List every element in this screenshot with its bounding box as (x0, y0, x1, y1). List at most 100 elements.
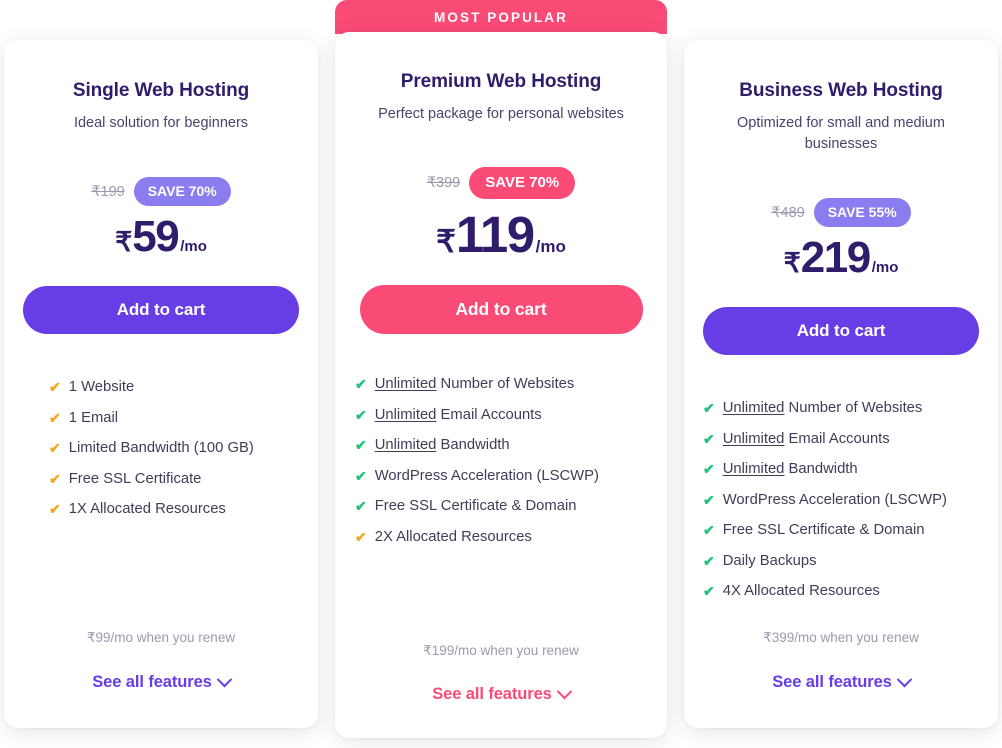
renewal-price-note: ₹199/mo when you renew (423, 643, 579, 658)
feature-label: Free SSL Certificate (68, 470, 202, 487)
check-icon: ✔ (355, 406, 367, 423)
currency-symbol: ₹ (783, 248, 801, 278)
feature-label: Unlimited Email Accounts (374, 406, 542, 423)
see-all-features-label: See all features (432, 685, 552, 703)
plan-title: Premium Web Hosting (400, 71, 602, 92)
feature-label: 1X Allocated Resources (68, 501, 226, 517)
most-popular-ribbon: MOST POPULAR (335, 0, 667, 34)
add-to-cart-button[interactable]: Add to cart (359, 285, 643, 334)
renewal-price-note: ₹399/mo when you renew (763, 630, 919, 645)
feature-item: ✔ WordPress Acceleration (LSCWP) (703, 492, 998, 508)
chevron-down-icon (556, 683, 573, 700)
check-icon: ✔ (355, 498, 367, 514)
feature-item: ✔ Unlimited Email Accounts (355, 407, 667, 423)
see-all-features-label: See all features (92, 673, 212, 691)
see-all-features-link[interactable]: See all features (772, 671, 913, 692)
feature-item: ✔ Free SSL Certificate & Domain (355, 498, 667, 514)
feature-label: Unlimited Email Accounts (722, 430, 890, 447)
check-icon: ✔ (355, 437, 367, 453)
check-icon: ✔ (49, 379, 61, 395)
feature-item: ✔ Unlimited Number of Websites (355, 376, 667, 392)
check-icon: ✔ (703, 583, 715, 599)
feature-label: 1 Website (68, 379, 135, 395)
feature-item: ✔ Daily Backups (703, 553, 998, 569)
feature-label: Daily Backups (722, 552, 817, 569)
feature-item: ✔ 1 Email (49, 410, 318, 426)
feature-label: 1 Email (68, 409, 119, 426)
feature-list: ✔ Unlimited Number of Websites ✔ Unlimited … (684, 400, 998, 614)
price-header-row: ₹489 SAVE 55% (771, 198, 911, 227)
feature-item: ✔ 4X Allocated Resources (703, 583, 998, 599)
check-icon: ✔ (703, 491, 715, 508)
save-badge: SAVE 55% (813, 198, 911, 227)
chevron-down-icon (896, 671, 913, 688)
feature-emphasis: Unlimited (374, 406, 437, 423)
old-price: ₹199 (91, 183, 125, 200)
feature-item: ✔ Unlimited Email Accounts (703, 431, 998, 447)
check-icon: ✔ (355, 376, 367, 392)
current-price: ₹ 219 /mo (784, 233, 899, 283)
feature-emphasis: Unlimited (374, 376, 437, 392)
feature-label: WordPress Acceleration (LSCWP) (374, 467, 599, 484)
save-badge: SAVE 70% (133, 177, 231, 206)
feature-item: ✔ Free SSL Certificate (49, 471, 318, 487)
feature-item: ✔ Unlimited Number of Websites (703, 400, 998, 416)
check-icon: ✔ (355, 467, 367, 484)
check-icon: ✔ (703, 430, 715, 447)
pricing-plans-container: MOST POPULAR Single Web Hosting Ideal so… (0, 0, 1002, 748)
feature-item: ✔ Free SSL Certificate & Domain (703, 522, 998, 538)
see-all-features-link[interactable]: See all features (432, 683, 573, 704)
pricing-card-business[interactable]: Business Web Hosting Optimized for small… (684, 40, 998, 728)
feature-label: Free SSL Certificate & Domain (374, 498, 577, 514)
feature-label: WordPress Acceleration (LSCWP) (722, 491, 947, 508)
feature-list: ✔ Unlimited Number of Websites ✔ Unlimited … (335, 376, 667, 559)
price-period: /mo (180, 238, 207, 255)
card-footer: ₹399/mo when you renew See all features (684, 630, 998, 728)
feature-label: Unlimited Number of Websites (722, 400, 923, 416)
price-amount: 119 (455, 206, 535, 263)
price-header-row: ₹399 SAVE 70% (427, 167, 576, 199)
card-footer: ₹99/mo when you renew See all features (4, 630, 318, 728)
pricing-card-single[interactable]: Single Web Hosting Ideal solution for be… (4, 40, 318, 728)
renewal-price-note: ₹99/mo when you renew (86, 630, 236, 645)
feature-emphasis: Unlimited (722, 461, 785, 477)
chevron-down-icon (216, 671, 233, 688)
price-amount: 219 (800, 233, 871, 282)
add-to-cart-button[interactable]: Add to cart (23, 286, 299, 334)
see-all-features-label: See all features (772, 673, 892, 691)
price-header-row: ₹199 SAVE 70% (91, 177, 231, 206)
feature-item: ✔ Unlimited Bandwidth (703, 461, 998, 477)
pricing-card-premium[interactable]: Premium Web Hosting Perfect package for … (335, 32, 667, 738)
feature-item: ✔ Limited Bandwidth (100 GB) (49, 440, 318, 456)
feature-emphasis: Unlimited (722, 430, 785, 447)
feature-item: ✔ Unlimited Bandwidth (355, 437, 667, 453)
check-icon: ✔ (49, 409, 61, 426)
old-price: ₹489 (771, 204, 805, 221)
check-icon: ✔ (703, 552, 715, 569)
check-icon: ✔ (49, 470, 61, 487)
feature-emphasis: Unlimited (722, 400, 785, 416)
feature-list: ✔ 1 Website ✔ 1 Email ✔ Limited Bandwidth (10… (4, 379, 318, 532)
feature-item: ✔ 1 Website (49, 379, 318, 395)
feature-item: ✔ 2X Allocated Resources (355, 529, 667, 545)
currency-symbol: ₹ (115, 227, 133, 257)
feature-label: Limited Bandwidth (100 GB) (68, 440, 254, 456)
feature-label: 4X Allocated Resources (722, 583, 880, 599)
current-price: ₹ 59 /mo (115, 212, 207, 262)
feature-label: 2X Allocated Resources (374, 528, 532, 545)
check-icon: ✔ (703, 522, 715, 538)
add-to-cart-button[interactable]: Add to cart (703, 307, 979, 355)
price-amount: 59 (132, 212, 179, 261)
price-period: /mo (871, 259, 899, 276)
feature-label: Unlimited Bandwidth (722, 461, 858, 477)
feature-label: Unlimited Number of Websites (374, 376, 575, 392)
check-icon: ✔ (49, 501, 61, 517)
check-icon: ✔ (355, 528, 367, 545)
currency-symbol: ₹ (436, 224, 456, 259)
plan-subtitle: Ideal solution for beginners (73, 115, 249, 131)
plan-title: Business Web Hosting (739, 80, 943, 101)
feature-item: ✔ 1X Allocated Resources (49, 501, 318, 517)
card-footer: ₹199/mo when you renew See all features (335, 643, 667, 738)
plan-title: Single Web Hosting (72, 80, 250, 101)
see-all-features-link[interactable]: See all features (92, 671, 233, 692)
